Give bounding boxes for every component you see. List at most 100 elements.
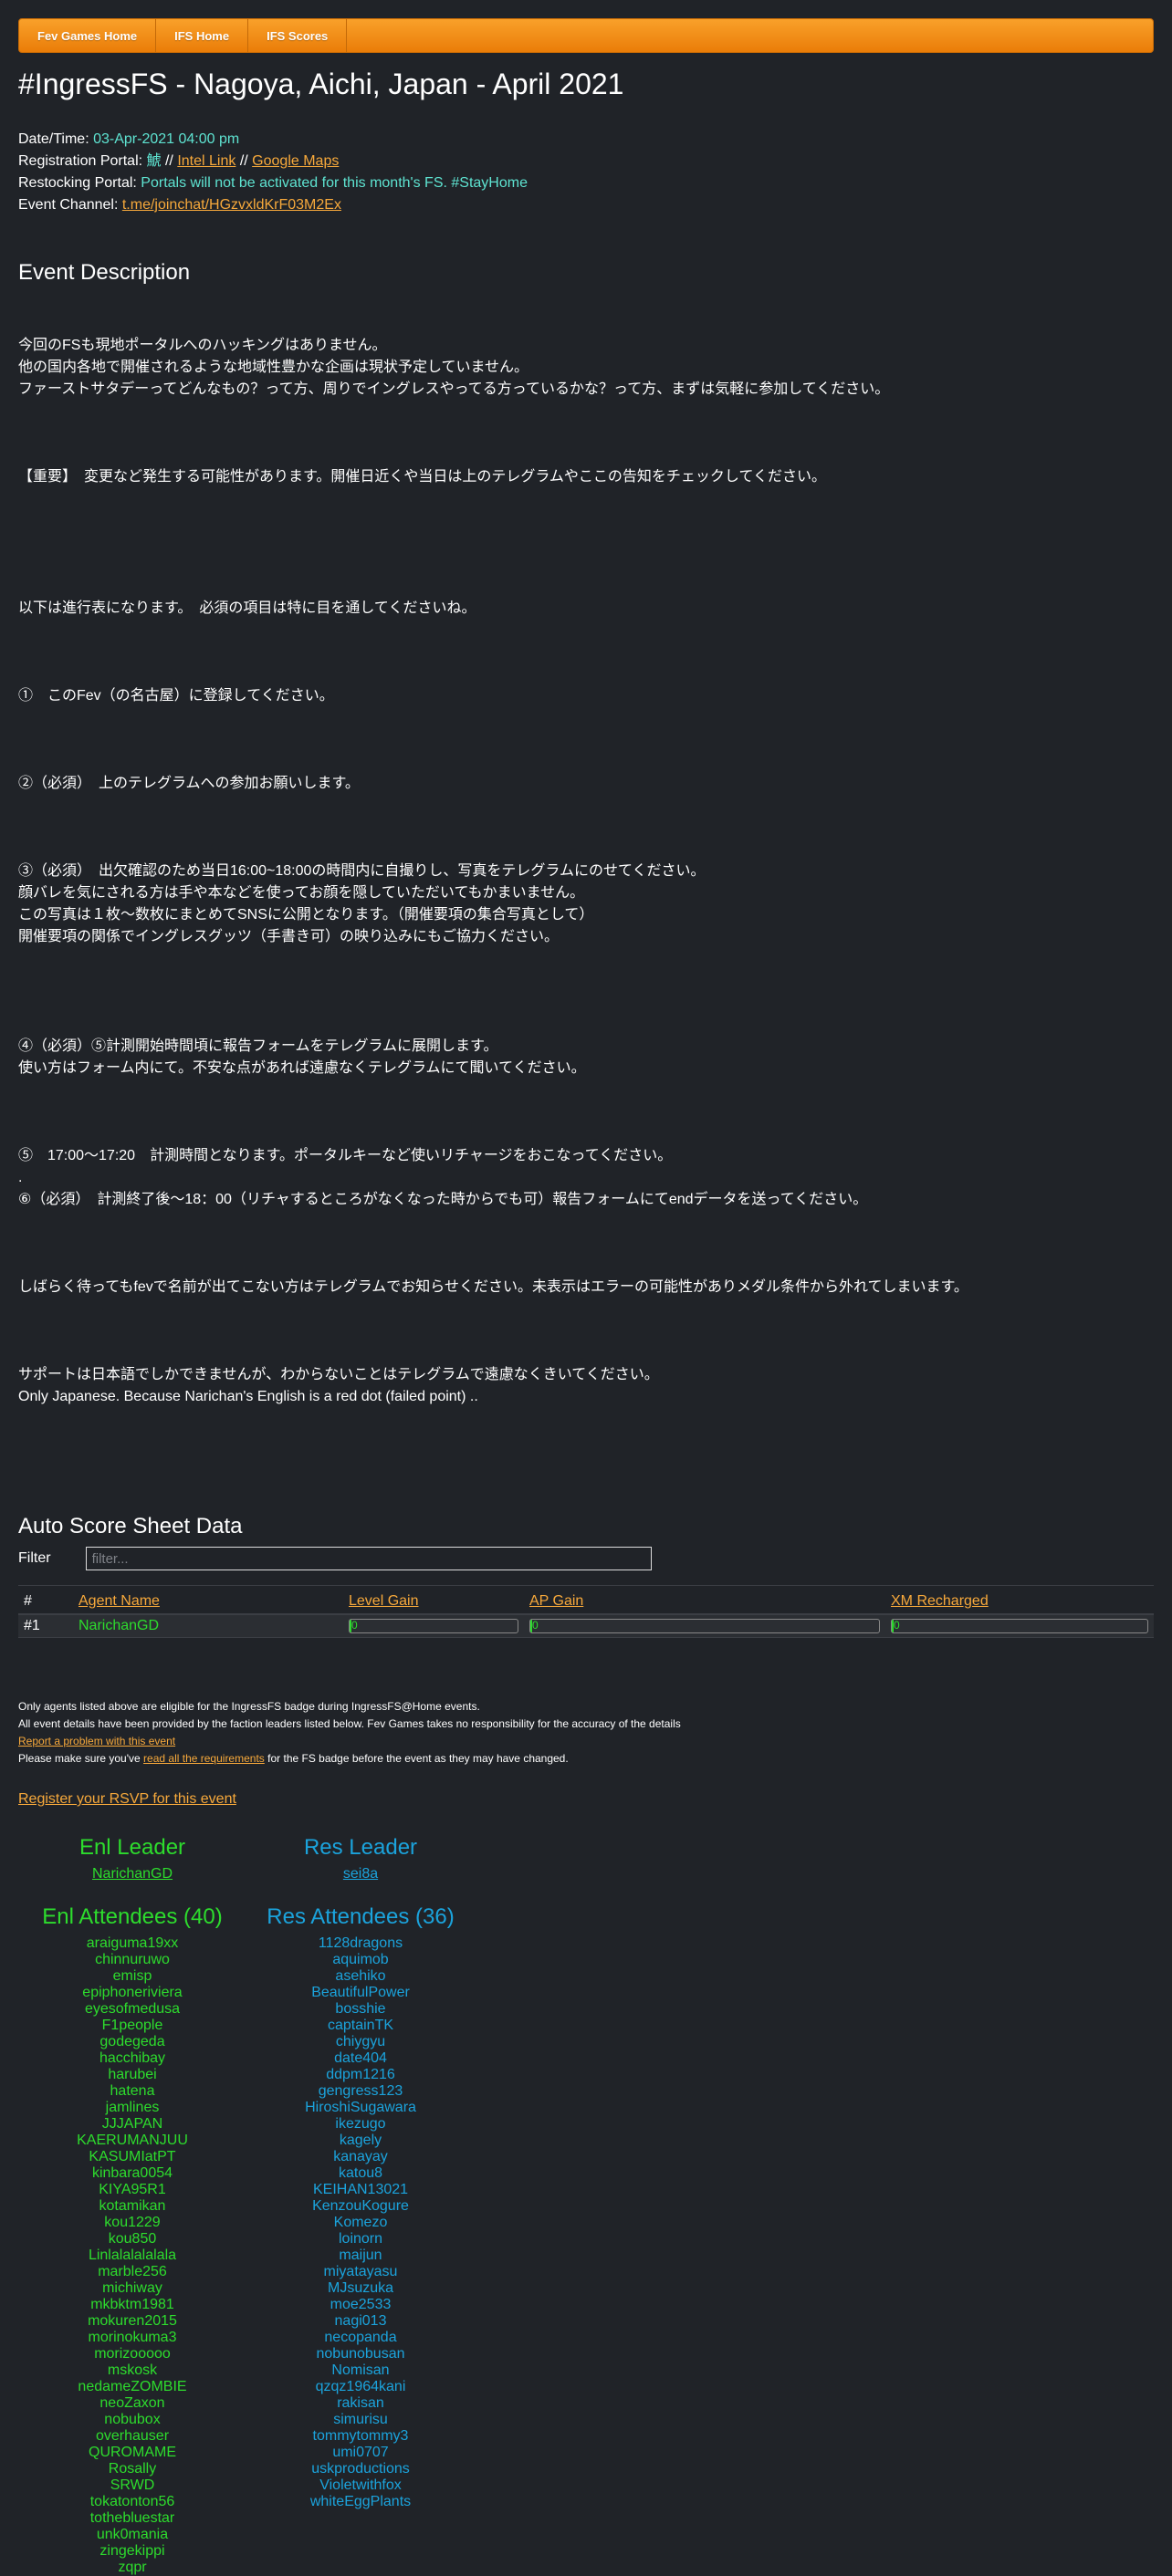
enl-attendee: kinbara0054 [91, 2165, 173, 2181]
notes-line: Only agents listed above are eligible fo… [18, 1700, 480, 1713]
col-agent-name[interactable]: Agent Name [73, 1585, 343, 1614]
desc-paragraph: 以下は進行表になります。 必須の項目は特に目を通してくださいね。 [18, 600, 476, 616]
enl-attendee: morizooooo [94, 2346, 171, 2362]
level-gain-value: 0 [351, 1619, 358, 1632]
xm-recharged-cell: 0 [885, 1613, 1154, 1638]
res-attendee: nagi013 [334, 2313, 387, 2329]
res-attendee: maijun [339, 2247, 382, 2263]
enl-attendee: kotamikan [99, 2198, 166, 2214]
res-attendee: Nomisan [331, 2362, 390, 2378]
col-xm-recharged[interactable]: XM Recharged [885, 1585, 1154, 1614]
res-attendee: MJsuzuka [327, 2280, 394, 2296]
enl-attendee: nobubox [104, 2412, 161, 2427]
intel-link[interactable]: Intel Link [177, 153, 235, 169]
xm-recharged-value: 0 [894, 1619, 900, 1632]
enl-attendees-heading: Enl Attendees (40) [42, 1904, 223, 1929]
nav-ifs-home[interactable]: IFS Home [156, 19, 249, 52]
enl-attendee: michiway [102, 2280, 162, 2296]
res-attendee: KEIHAN13021 [312, 2182, 409, 2197]
res-attendee: asehiko [335, 1968, 386, 1984]
res-leader-heading: Res Leader [303, 1835, 418, 1860]
res-attendee: katou8 [338, 2165, 383, 2181]
res-attendee: gengress123 [318, 2083, 403, 2099]
res-leader-link[interactable]: sei8a [246, 1866, 475, 1882]
telegram-channel-link[interactable]: t.me/joinchat/HGzvxldKrF03M2Ex [122, 197, 341, 213]
res-attendee: uskproductions [311, 2461, 410, 2477]
res-attendee: Komezo [333, 2215, 388, 2230]
res-attendee: whiteEggPlants [309, 2494, 412, 2509]
page-title: #IngressFS - Nagoya, Aichi, Japan - Apri… [18, 68, 624, 100]
res-attendees-heading: Res Attendees (36) [267, 1904, 455, 1929]
sort-level-gain[interactable]: Level Gain [349, 1593, 419, 1609]
top-navbar: Fev Games Home IFS Home IFS Scores [18, 18, 1154, 53]
sort-ap-gain[interactable]: AP Gain [529, 1593, 583, 1609]
enl-attendee: tokatonton56 [89, 2494, 175, 2509]
enl-attendee: zqpr [118, 2560, 147, 2575]
notes-line: Please make sure you've [18, 1752, 141, 1765]
res-attendee: chiygyu [335, 2034, 386, 2049]
res-attendee: KenzouKogure [312, 2198, 409, 2214]
enl-attendee: Rosally [108, 2461, 157, 2477]
res-attendee: date404 [334, 2050, 387, 2066]
desc-paragraph: 今回のFSも現地ポータルへのハッキングはありません。 他の国内各地で開催されるよ… [18, 338, 890, 397]
res-attendee: kagely [339, 2133, 382, 2148]
level-gain-bar: 0 [349, 1619, 518, 1633]
score-table: # Agent Name Level Gain AP Gain XM Recha… [18, 1585, 1154, 1638]
separator: // [164, 153, 173, 169]
row-agent: NarichanGD [73, 1613, 343, 1638]
enl-attendee: chinnuruwo [95, 1952, 170, 1967]
enl-attendee: morinokuma3 [88, 2330, 177, 2345]
enl-attendee: harubei [108, 2067, 157, 2082]
score-sheet-heading: Auto Score Sheet Data [18, 1514, 243, 1538]
enl-attendee: araiguma19xx [86, 1935, 179, 1951]
enl-leader-link[interactable]: NarichanGD [18, 1866, 246, 1882]
enl-attendee: hacchibay [99, 2050, 166, 2066]
sort-xm-recharged[interactable]: XM Recharged [891, 1593, 989, 1609]
filter-input[interactable] [85, 1547, 652, 1570]
res-attendee: aquimob [332, 1952, 389, 1967]
desc-paragraph: ⑤ 17:00～17:20 計測時間となります。ポータルキーなど使いリチャージを… [18, 1148, 868, 1207]
desc-paragraph: ① このFev（の名古屋）に登録してください。 [18, 688, 334, 704]
enl-leader-heading: Enl Leader [78, 1835, 186, 1860]
desc-paragraph: ②（必須） 上のテレグラムへの参加お願いします。 [18, 776, 360, 791]
enl-attendee: nedameZOMBIE [78, 2379, 187, 2394]
filter-label: Filter [18, 1550, 51, 1566]
res-attendee: nobunobusan [316, 2346, 405, 2362]
res-attendee: ddpm1216 [326, 2067, 395, 2082]
notes-line: for the FS badge before the event as the… [267, 1752, 569, 1765]
nav-fev-games-home[interactable]: Fev Games Home [19, 19, 157, 52]
res-attendee: 1128dragons [318, 1935, 403, 1951]
enl-attendee: overhauser [95, 2428, 170, 2444]
col-ap-gain[interactable]: AP Gain [524, 1585, 885, 1614]
enl-attendee: jamlines [105, 2100, 160, 2115]
col-rank: # [18, 1585, 73, 1614]
res-attendee: qzqz1964kani [315, 2379, 406, 2394]
enl-attendee: kou1229 [104, 2215, 161, 2230]
ap-gain-bar: 0 [529, 1619, 880, 1633]
event-info: Date/Time: 03-Apr-2021 04:00 pm Registra… [18, 129, 1154, 216]
enl-attendee: F1people [101, 2018, 163, 2033]
res-attendee: umi0707 [332, 2445, 389, 2460]
xm-recharged-bar: 0 [891, 1619, 1148, 1633]
res-attendee: captainTK [327, 2018, 394, 2033]
google-maps-link[interactable]: Google Maps [252, 153, 339, 169]
rsvp-link[interactable]: Register your RSVP for this event [18, 1791, 236, 1807]
res-attendee: bosshie [335, 2001, 386, 2017]
nav-ifs-scores[interactable]: IFS Scores [248, 19, 348, 52]
enl-attendee-list: araiguma19xx chinnuruwo emisp epiphonerivie… [18, 1935, 246, 2576]
res-attendee: miyatayasu [323, 2264, 398, 2279]
enl-attendee: neoZaxon [99, 2395, 165, 2411]
res-attendee: rakisan [337, 2395, 384, 2411]
enl-attendee: JJJAPAN [101, 2116, 163, 2132]
desc-paragraph: サポートは日本語でしかできませんが、わからないことはテレグラムで遠慮なくきいてく… [18, 1367, 659, 1404]
enl-attendee: emisp [112, 1968, 152, 1984]
restocking-value: Portals will not be activated for this m… [141, 175, 528, 191]
sort-agent-name[interactable]: Agent Name [78, 1593, 160, 1609]
table-row: #1 NarichanGD 0 0 0 [18, 1613, 1154, 1638]
enl-attendee: Linlalalalalala [88, 2247, 177, 2263]
res-attendee: loinorn [338, 2231, 383, 2247]
report-problem-link[interactable]: Report a problem with this event [18, 1735, 175, 1747]
requirements-link[interactable]: read all the requirements [143, 1752, 265, 1765]
col-level-gain[interactable]: Level Gain [343, 1585, 524, 1614]
registration-portal: 鯱 [146, 153, 162, 169]
